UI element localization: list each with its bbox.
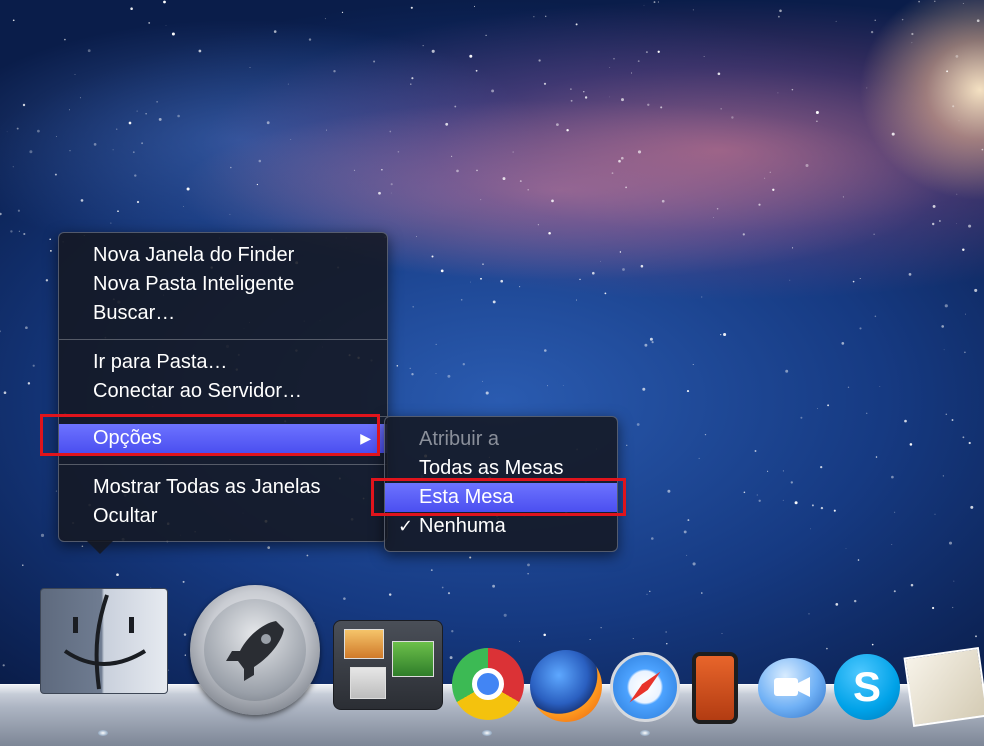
running-indicator (98, 730, 108, 736)
window-thumbnail (392, 641, 434, 677)
menu-item-new-finder-window[interactable]: Nova Janela do Finder (59, 241, 387, 270)
facetime-icon[interactable] (758, 658, 826, 718)
finder-dock-context-menu: Nova Janela do Finder Nova Pasta Intelig… (58, 232, 388, 542)
submenu-item-label: Nenhuma (419, 515, 506, 537)
preview-icon[interactable] (903, 647, 984, 727)
menu-item-connect-to-server[interactable]: Conectar ao Servidor… (59, 377, 387, 406)
menu-item-label: Conectar ao Servidor… (93, 380, 302, 402)
menu-item-hide[interactable]: Ocultar (59, 502, 387, 531)
menu-item-label: Buscar… (93, 302, 176, 324)
menu-separator (59, 464, 387, 465)
skype-icon[interactable]: S (834, 654, 900, 720)
mission-control-icon[interactable] (333, 620, 443, 710)
rocket-icon (226, 621, 284, 681)
launchpad-icon[interactable] (190, 585, 320, 715)
menu-separator (59, 339, 387, 340)
menu-item-label: Nova Janela do Finder (93, 244, 295, 266)
chrome-center (472, 668, 504, 700)
annotation-box-options (40, 414, 380, 456)
finder-face-icon (63, 594, 147, 690)
submenu-header-assign-to: Atribuir a (385, 425, 617, 454)
window-thumbnail (344, 629, 384, 659)
annotation-box-this-desktop (371, 478, 626, 516)
submenu-item-none[interactable]: ✓ Nenhuma (385, 512, 617, 541)
launchpad-dial (204, 599, 306, 701)
menu-item-new-smart-folder[interactable]: Nova Pasta Inteligente (59, 270, 387, 299)
menu-item-label: Nova Pasta Inteligente (93, 273, 295, 295)
safari-icon[interactable] (610, 652, 680, 722)
checkmark-icon: ✓ (398, 516, 414, 536)
running-indicator (482, 730, 492, 736)
window-thumbnail (350, 667, 386, 699)
menu-item-find[interactable]: Buscar… (59, 299, 387, 328)
firefox-icon[interactable] (530, 650, 602, 722)
menu-item-label: Ir para Pasta… (93, 351, 228, 373)
finder-icon[interactable] (40, 588, 168, 694)
menu-item-label: Mostrar Todas as Janelas (93, 476, 321, 498)
compass-needle-icon (629, 671, 661, 703)
iphone-config-icon[interactable] (692, 652, 738, 724)
menu-item-label: Ocultar (93, 505, 158, 527)
skype-letter: S (852, 663, 881, 710)
menu-callout-pointer (86, 540, 114, 554)
menu-item-go-to-folder[interactable]: Ir para Pasta… (59, 348, 387, 377)
submenu-item-label: Todas as Mesas (419, 457, 564, 479)
video-camera-icon (774, 677, 810, 697)
menu-item-show-all-windows[interactable]: Mostrar Todas as Janelas (59, 473, 387, 502)
chrome-icon[interactable] (452, 648, 524, 720)
submenu-header-label: Atribuir a (419, 428, 500, 450)
running-indicator (640, 730, 650, 736)
